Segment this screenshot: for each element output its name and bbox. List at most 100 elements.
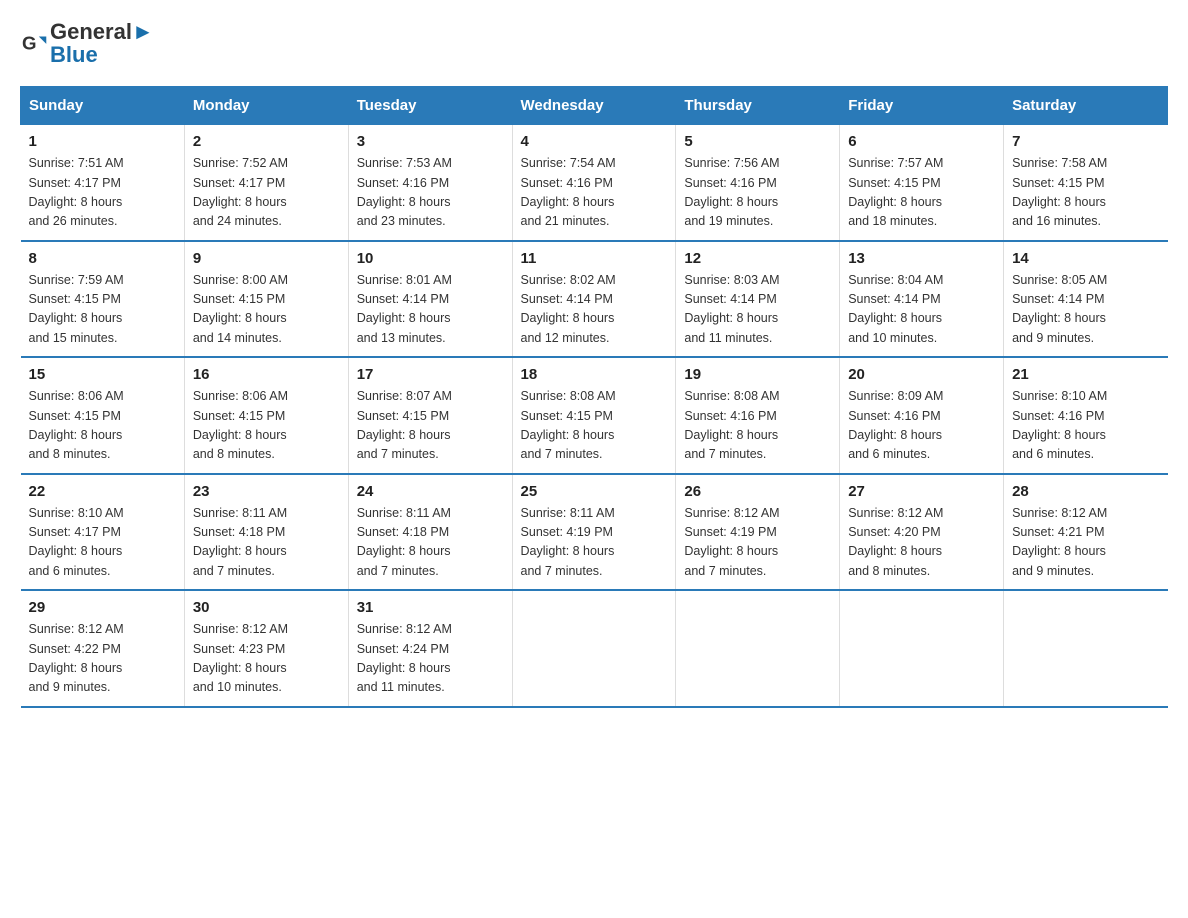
day-info: Sunrise: 7:54 AMSunset: 4:16 PMDaylight:… [521,154,668,232]
day-info: Sunrise: 8:12 AMSunset: 4:23 PMDaylight:… [193,620,340,698]
table-row: 29 Sunrise: 8:12 AMSunset: 4:22 PMDayligh… [21,590,185,707]
day-number: 1 [29,133,176,150]
day-number: 27 [848,483,995,500]
day-info: Sunrise: 8:01 AMSunset: 4:14 PMDaylight:… [357,271,504,349]
day-info: Sunrise: 8:07 AMSunset: 4:15 PMDaylight:… [357,387,504,465]
table-row: 20 Sunrise: 8:09 AMSunset: 4:16 PMDayligh… [840,357,1004,474]
logo-general-text: General► [50,20,154,44]
table-row: 24 Sunrise: 8:11 AMSunset: 4:18 PMDayligh… [348,474,512,591]
day-number: 24 [357,483,504,500]
table-row: 16Sunrise: 8:06 AMSunset: 4:15 PMDayligh… [184,357,348,474]
calendar-week-2: 8 Sunrise: 7:59 AMSunset: 4:15 PMDaylight… [21,241,1168,358]
day-info: Sunrise: 8:12 AMSunset: 4:22 PMDaylight:… [29,620,176,698]
table-row: 17 Sunrise: 8:07 AMSunset: 4:15 PMDayligh… [348,357,512,474]
day-number: 21 [1012,366,1159,383]
table-row: 10 Sunrise: 8:01 AMSunset: 4:14 PMDayligh… [348,241,512,358]
day-number: 6 [848,133,995,150]
table-row: 7 Sunrise: 7:58 AMSunset: 4:15 PMDaylight… [1004,125,1168,241]
day-info: Sunrise: 7:59 AMSunset: 4:15 PMDaylight:… [29,271,176,349]
day-info: Sunrise: 8:10 AMSunset: 4:17 PMDaylight:… [29,504,176,582]
table-row: 9 Sunrise: 8:00 AMSunset: 4:15 PMDaylight… [184,241,348,358]
logo-blue-text: Blue [50,44,154,66]
day-number: 14 [1012,250,1159,267]
table-row: 26 Sunrise: 8:12 AMSunset: 4:19 PMDayligh… [676,474,840,591]
day-info: Sunrise: 7:56 AMSunset: 4:16 PMDaylight:… [684,154,831,232]
calendar-week-5: 29 Sunrise: 8:12 AMSunset: 4:22 PMDayligh… [21,590,1168,707]
table-row: 30 Sunrise: 8:12 AMSunset: 4:23 PMDayligh… [184,590,348,707]
col-monday: Monday [184,87,348,125]
day-number: 12 [684,250,831,267]
table-row: 13 Sunrise: 8:04 AMSunset: 4:14 PMDayligh… [840,241,1004,358]
day-info: Sunrise: 8:12 AMSunset: 4:24 PMDaylight:… [357,620,504,698]
table-row: 23Sunrise: 8:11 AMSunset: 4:18 PMDayligh… [184,474,348,591]
table-row: 6Sunrise: 7:57 AMSunset: 4:15 PMDaylight… [840,125,1004,241]
day-info: Sunrise: 8:05 AMSunset: 4:14 PMDaylight:… [1012,271,1159,349]
day-info: Sunrise: 7:58 AMSunset: 4:15 PMDaylight:… [1012,154,1159,232]
day-info: Sunrise: 8:11 AMSunset: 4:18 PMDaylight:… [193,504,340,582]
table-row: 15 Sunrise: 8:06 AMSunset: 4:15 PMDayligh… [21,357,185,474]
table-row: 27 Sunrise: 8:12 AMSunset: 4:20 PMDayligh… [840,474,1004,591]
table-row: 28 Sunrise: 8:12 AMSunset: 4:21 PMDayligh… [1004,474,1168,591]
table-row: 11Sunrise: 8:02 AMSunset: 4:14 PMDayligh… [512,241,676,358]
calendar-header: Sunday Monday Tuesday Wednesday Thursday… [21,87,1168,125]
day-info: Sunrise: 8:06 AMSunset: 4:15 PMDaylight:… [29,387,176,465]
day-number: 29 [29,599,176,616]
day-number: 20 [848,366,995,383]
day-number: 8 [29,250,176,267]
day-number: 25 [521,483,668,500]
day-info: Sunrise: 7:51 AMSunset: 4:17 PMDaylight:… [29,154,176,232]
day-info: Sunrise: 8:12 AMSunset: 4:21 PMDaylight:… [1012,504,1159,582]
day-info: Sunrise: 7:52 AMSunset: 4:17 PMDaylight:… [193,154,340,232]
day-number: 28 [1012,483,1159,500]
table-row: 14 Sunrise: 8:05 AMSunset: 4:14 PMDayligh… [1004,241,1168,358]
day-info: Sunrise: 8:00 AMSunset: 4:15 PMDaylight:… [193,271,340,349]
day-number: 15 [29,366,176,383]
page-header: G General► Blue [20,20,1168,66]
table-row: 25Sunrise: 8:11 AMSunset: 4:19 PMDayligh… [512,474,676,591]
table-row [676,590,840,707]
table-row [1004,590,1168,707]
calendar-week-3: 15 Sunrise: 8:06 AMSunset: 4:15 PMDayligh… [21,357,1168,474]
day-number: 26 [684,483,831,500]
col-sunday: Sunday [21,87,185,125]
day-info: Sunrise: 8:12 AMSunset: 4:20 PMDaylight:… [848,504,995,582]
table-row: 4 Sunrise: 7:54 AMSunset: 4:16 PMDaylight… [512,125,676,241]
day-number: 13 [848,250,995,267]
day-number: 9 [193,250,340,267]
col-friday: Friday [840,87,1004,125]
day-number: 17 [357,366,504,383]
header-row: Sunday Monday Tuesday Wednesday Thursday… [21,87,1168,125]
day-info: Sunrise: 8:09 AMSunset: 4:16 PMDaylight:… [848,387,995,465]
day-number: 10 [357,250,504,267]
day-number: 18 [521,366,668,383]
table-row: 19Sunrise: 8:08 AMSunset: 4:16 PMDayligh… [676,357,840,474]
table-row: 12 Sunrise: 8:03 AMSunset: 4:14 PMDayligh… [676,241,840,358]
table-row: 2Sunrise: 7:52 AMSunset: 4:17 PMDaylight… [184,125,348,241]
day-number: 7 [1012,133,1159,150]
table-row: 22 Sunrise: 8:10 AMSunset: 4:17 PMDayligh… [21,474,185,591]
day-number: 19 [684,366,831,383]
col-tuesday: Tuesday [348,87,512,125]
table-row [512,590,676,707]
day-info: Sunrise: 8:12 AMSunset: 4:19 PMDaylight:… [684,504,831,582]
day-info: Sunrise: 8:11 AMSunset: 4:18 PMDaylight:… [357,504,504,582]
day-number: 22 [29,483,176,500]
table-row: 8 Sunrise: 7:59 AMSunset: 4:15 PMDaylight… [21,241,185,358]
col-thursday: Thursday [676,87,840,125]
day-number: 31 [357,599,504,616]
day-info: Sunrise: 8:10 AMSunset: 4:16 PMDaylight:… [1012,387,1159,465]
logo: G General► Blue [20,20,154,66]
calendar-table: Sunday Monday Tuesday Wednesday Thursday… [20,86,1168,708]
table-row: 31 Sunrise: 8:12 AMSunset: 4:24 PMDayligh… [348,590,512,707]
day-number: 3 [357,133,504,150]
day-number: 11 [521,250,668,267]
table-row: 1 Sunrise: 7:51 AMSunset: 4:17 PMDaylight… [21,125,185,241]
day-info: Sunrise: 8:03 AMSunset: 4:14 PMDaylight:… [684,271,831,349]
logo-icon: G [22,29,50,57]
day-info: Sunrise: 8:04 AMSunset: 4:14 PMDaylight:… [848,271,995,349]
day-number: 16 [193,366,340,383]
calendar-body: 1 Sunrise: 7:51 AMSunset: 4:17 PMDaylight… [21,125,1168,707]
day-number: 4 [521,133,668,150]
table-row: 5Sunrise: 7:56 AMSunset: 4:16 PMDaylight… [676,125,840,241]
day-number: 30 [193,599,340,616]
